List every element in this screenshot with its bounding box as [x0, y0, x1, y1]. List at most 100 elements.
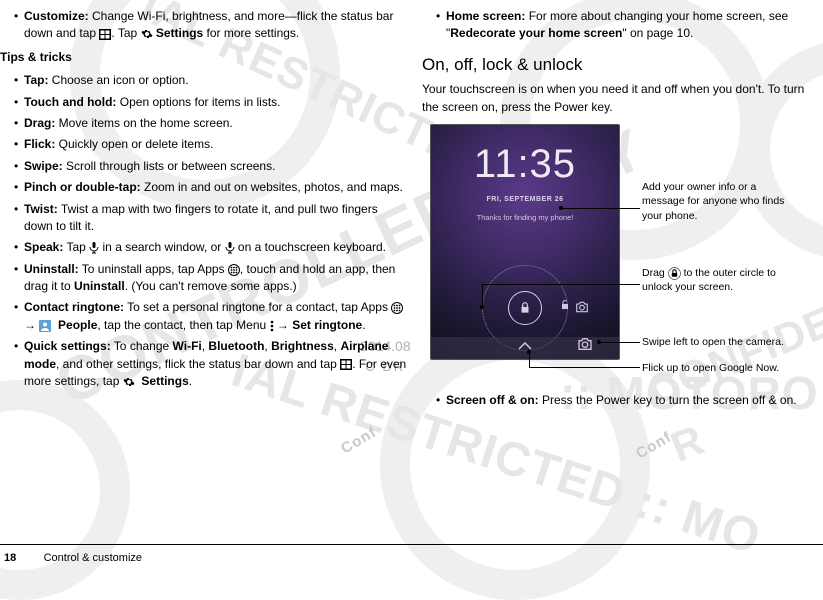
body-text: . [362, 318, 365, 332]
item-twist: Twist: Twist a map with two fingers to r… [14, 201, 408, 236]
body-text: in a search window, or [103, 240, 225, 254]
item-hold: Touch and hold: Open options for items i… [14, 94, 408, 111]
unlock-icon [559, 299, 571, 316]
tips-heading: Tips & tricks [0, 49, 408, 66]
body-text: , and other settings, flick the status b… [56, 357, 340, 371]
label-bold: Tap: [24, 73, 48, 87]
item-screen-off: Screen off & on: Press the Power key to … [436, 392, 808, 409]
callout-line [600, 342, 640, 343]
item-flick: Flick: Quickly open or delete items. [14, 136, 408, 153]
page-footer: 18 Control & customize [0, 544, 823, 567]
label-bold: Uninstall [74, 279, 125, 293]
apps-icon [228, 264, 240, 276]
quick-settings-icon [99, 29, 111, 40]
label-bold: Set ringtone [292, 318, 362, 332]
camera-icon [577, 337, 593, 356]
body-text: , tap the contact, then tap Menu [97, 318, 269, 332]
item-pinch: Pinch or double-tap: Zoom in and out on … [14, 179, 408, 196]
label-bold: Flick: [24, 137, 55, 151]
label-bold: Speak: [24, 240, 63, 254]
camera-icon [575, 301, 589, 318]
people-icon [39, 320, 51, 332]
body-text: Choose an icon or option. [48, 73, 188, 87]
label-bold: Drag: [24, 116, 55, 130]
page-number: 18 [4, 551, 16, 567]
label-bold: Twist: [24, 202, 58, 216]
callout-line [529, 367, 640, 368]
phone-bottom-bar [431, 337, 619, 359]
callout-line [562, 208, 640, 209]
label-bold: Swipe: [24, 159, 63, 173]
label-bold: Settings [141, 374, 188, 388]
label-bold: Uninstall: [24, 262, 79, 276]
body-text: Zoom in and out on websites, photos, and… [141, 180, 403, 194]
body-text: Open options for items in lists. [116, 95, 280, 109]
callout-owner: Add your owner info or a message for any… [642, 180, 797, 223]
intro-text: Your touchscreen is on when you need it … [422, 81, 808, 116]
lock-screen: 11:35 FRI, SEPTEMBER 26 Thanks for findi… [430, 124, 620, 360]
link-text: Redecorate your home screen [450, 26, 622, 40]
lock-icon [518, 301, 532, 315]
label-bold: Settings [153, 26, 204, 40]
label-bold: Brightness [271, 339, 334, 353]
body-text: Twist a map with two fingers to rotate i… [24, 202, 378, 233]
body-text: Press the Power key to turn the screen o… [539, 393, 797, 407]
callout-line [482, 284, 640, 285]
label-bold: Quick settings: [24, 339, 111, 353]
body-text: . [189, 374, 192, 388]
clock-time: 11:35 [431, 135, 619, 193]
label-bold: Touch and hold: [24, 95, 116, 109]
body-text: " on page 10. [622, 26, 693, 40]
body-text: Move items on the home screen. [55, 116, 232, 130]
item-ringtone: Contact ringtone: To set a personal ring… [14, 299, 408, 334]
callout-line [529, 352, 530, 367]
label-bold: Wi-Fi [173, 339, 202, 353]
callout-camera: Swipe left to open the camera. [642, 335, 812, 349]
gear-icon [141, 28, 153, 40]
footer-text: Control & customize [44, 551, 142, 567]
body-text: for more settings. [203, 26, 299, 40]
lock-circle[interactable] [508, 291, 542, 325]
body-text: . (You can't remove some apps.) [125, 279, 297, 293]
item-tap: Tap: Choose an icon or option. [14, 72, 408, 89]
label-bold: Pinch or double-tap: [24, 180, 141, 194]
microphone-icon [225, 242, 235, 254]
body-text: Tap [63, 240, 89, 254]
label-bold: Screen off & on: [446, 393, 539, 407]
label-bold: Contact ringtone: [24, 300, 124, 314]
left-column: Customize: Change Wi-Fi, brightness, and… [0, 0, 408, 414]
label-bold: Home screen: [446, 9, 525, 23]
watermark-text: Conf [337, 422, 381, 460]
label-bold: Bluetooth [208, 339, 264, 353]
menu-icon [270, 320, 274, 332]
item-swipe: Swipe: Scroll through lists or between s… [14, 158, 408, 175]
item-drag: Drag: Move items on the home screen. [14, 115, 408, 132]
body-text: → [277, 318, 292, 332]
apps-icon [391, 302, 403, 314]
body-text: To change [111, 339, 173, 353]
microphone-icon [89, 242, 99, 254]
body-text: on a touchscreen keyboard. [238, 240, 386, 254]
owner-message: Thanks for finding my phone! [431, 213, 619, 224]
callout-flick: Flick up to open Google Now. [642, 361, 812, 375]
callout-line [482, 284, 483, 306]
item-uninstall: Uninstall: To uninstall apps, tap Apps ,… [14, 261, 408, 296]
callout-text: Drag [642, 267, 668, 279]
gear-icon [123, 376, 135, 388]
lock-icon [668, 267, 681, 280]
item-home-screen: Home screen: For more about changing you… [436, 8, 808, 43]
body-text: To set a personal ringtone for a contact… [124, 300, 391, 314]
callout-drag: Drag to the outer circle to unlock your … [642, 266, 797, 294]
body-text: Quickly open or delete items. [55, 137, 213, 151]
body-text: Scroll through lists or between screens. [63, 159, 276, 173]
label-bold: People [58, 318, 97, 332]
item-speak: Speak: Tap in a search window, or on a t… [14, 239, 408, 256]
body-text: → [24, 318, 39, 332]
item-quick-settings: Quick settings: To change Wi-Fi, Bluetoo… [14, 338, 408, 390]
quick-settings-icon [340, 359, 352, 370]
phone-figure: 11:35 FRI, SEPTEMBER 26 Thanks for findi… [422, 124, 808, 384]
clock-date: FRI, SEPTEMBER 26 [431, 195, 619, 205]
body-text: . Tap [111, 26, 140, 40]
right-column: Home screen: For more about changing you… [408, 0, 808, 414]
item-customize: Customize: Change Wi-Fi, brightness, and… [14, 8, 408, 43]
